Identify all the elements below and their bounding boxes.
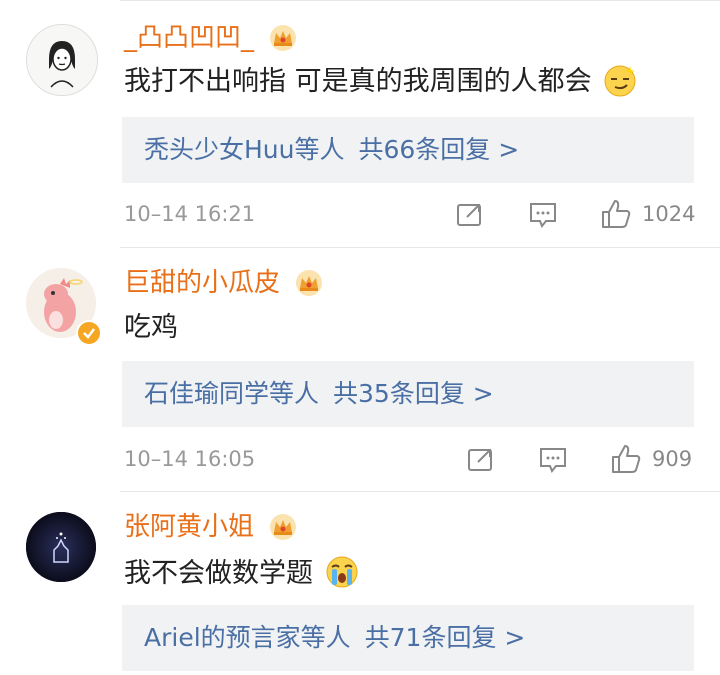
like-button[interactable]: 1024 — [600, 198, 695, 230]
reply-summary[interactable]: 石佳瑜同学等人 共35条回复 > — [122, 361, 694, 427]
avatar[interactable] — [26, 24, 98, 96]
thumbs-up-icon — [612, 445, 641, 473]
timestamp: 10–14 16:05 — [124, 447, 256, 471]
reply-count: 共66条回复 > — [358, 135, 520, 164]
vip-crown-icon — [296, 270, 323, 296]
avatar[interactable] — [26, 512, 96, 582]
comment-icon[interactable] — [538, 446, 568, 478]
like-count: 909 — [652, 447, 693, 471]
reply-count: 共35条回复 > — [333, 379, 494, 408]
thumbs-up-icon — [602, 200, 631, 228]
comment-text: 吃鸡 — [124, 312, 178, 343]
reply-names: 秃头少女Huu等人 — [144, 135, 345, 164]
reply-summary[interactable]: 秃头少女Huu等人 共66条回复 > — [122, 117, 694, 183]
comment-item: 巨甜的小瓜皮 吃鸡 石佳瑜同学等人 共35条回复 > 10–14 16:05 90… — [0, 248, 720, 492]
comment-item: _凸凸凹凹_ 我打不出响指 可是真的我周围的人都会 秃头少女Huu等人 共66条回… — [0, 0, 720, 248]
username[interactable]: 张阿黄小姐 — [124, 511, 298, 543]
vip-crown-icon — [270, 514, 297, 540]
username[interactable]: 巨甜的小瓜皮 — [124, 267, 324, 299]
reply-names: Ariel的预言家等人 — [144, 623, 351, 652]
like-count: 1024 — [642, 202, 696, 226]
reply-summary[interactable]: Ariel的预言家等人 共71条回复 > — [122, 605, 694, 671]
crying-emoji-icon — [326, 556, 358, 588]
reply-names: 石佳瑜同学等人 — [144, 379, 320, 408]
vip-crown-icon — [270, 25, 297, 51]
verified-badge — [76, 320, 102, 346]
reply-count: 共71条回复 > — [364, 623, 526, 652]
comment-icon[interactable] — [528, 201, 558, 233]
repost-icon[interactable] — [466, 446, 496, 478]
username[interactable]: _凸凸凹凹_ — [124, 22, 298, 54]
comment-text: 我打不出响指 可是真的我周围的人都会 — [124, 62, 638, 100]
smirk-emoji-icon — [604, 65, 636, 97]
comment-item: 张阿黄小姐 我不会做数学题 Ariel的预言家等人 共71条回复 > — [0, 492, 720, 675]
comment-text: 我不会做数学题 — [124, 554, 360, 592]
repost-icon[interactable] — [455, 201, 485, 233]
timestamp: 10–14 16:21 — [124, 202, 256, 226]
like-button[interactable]: 909 — [610, 443, 692, 475]
